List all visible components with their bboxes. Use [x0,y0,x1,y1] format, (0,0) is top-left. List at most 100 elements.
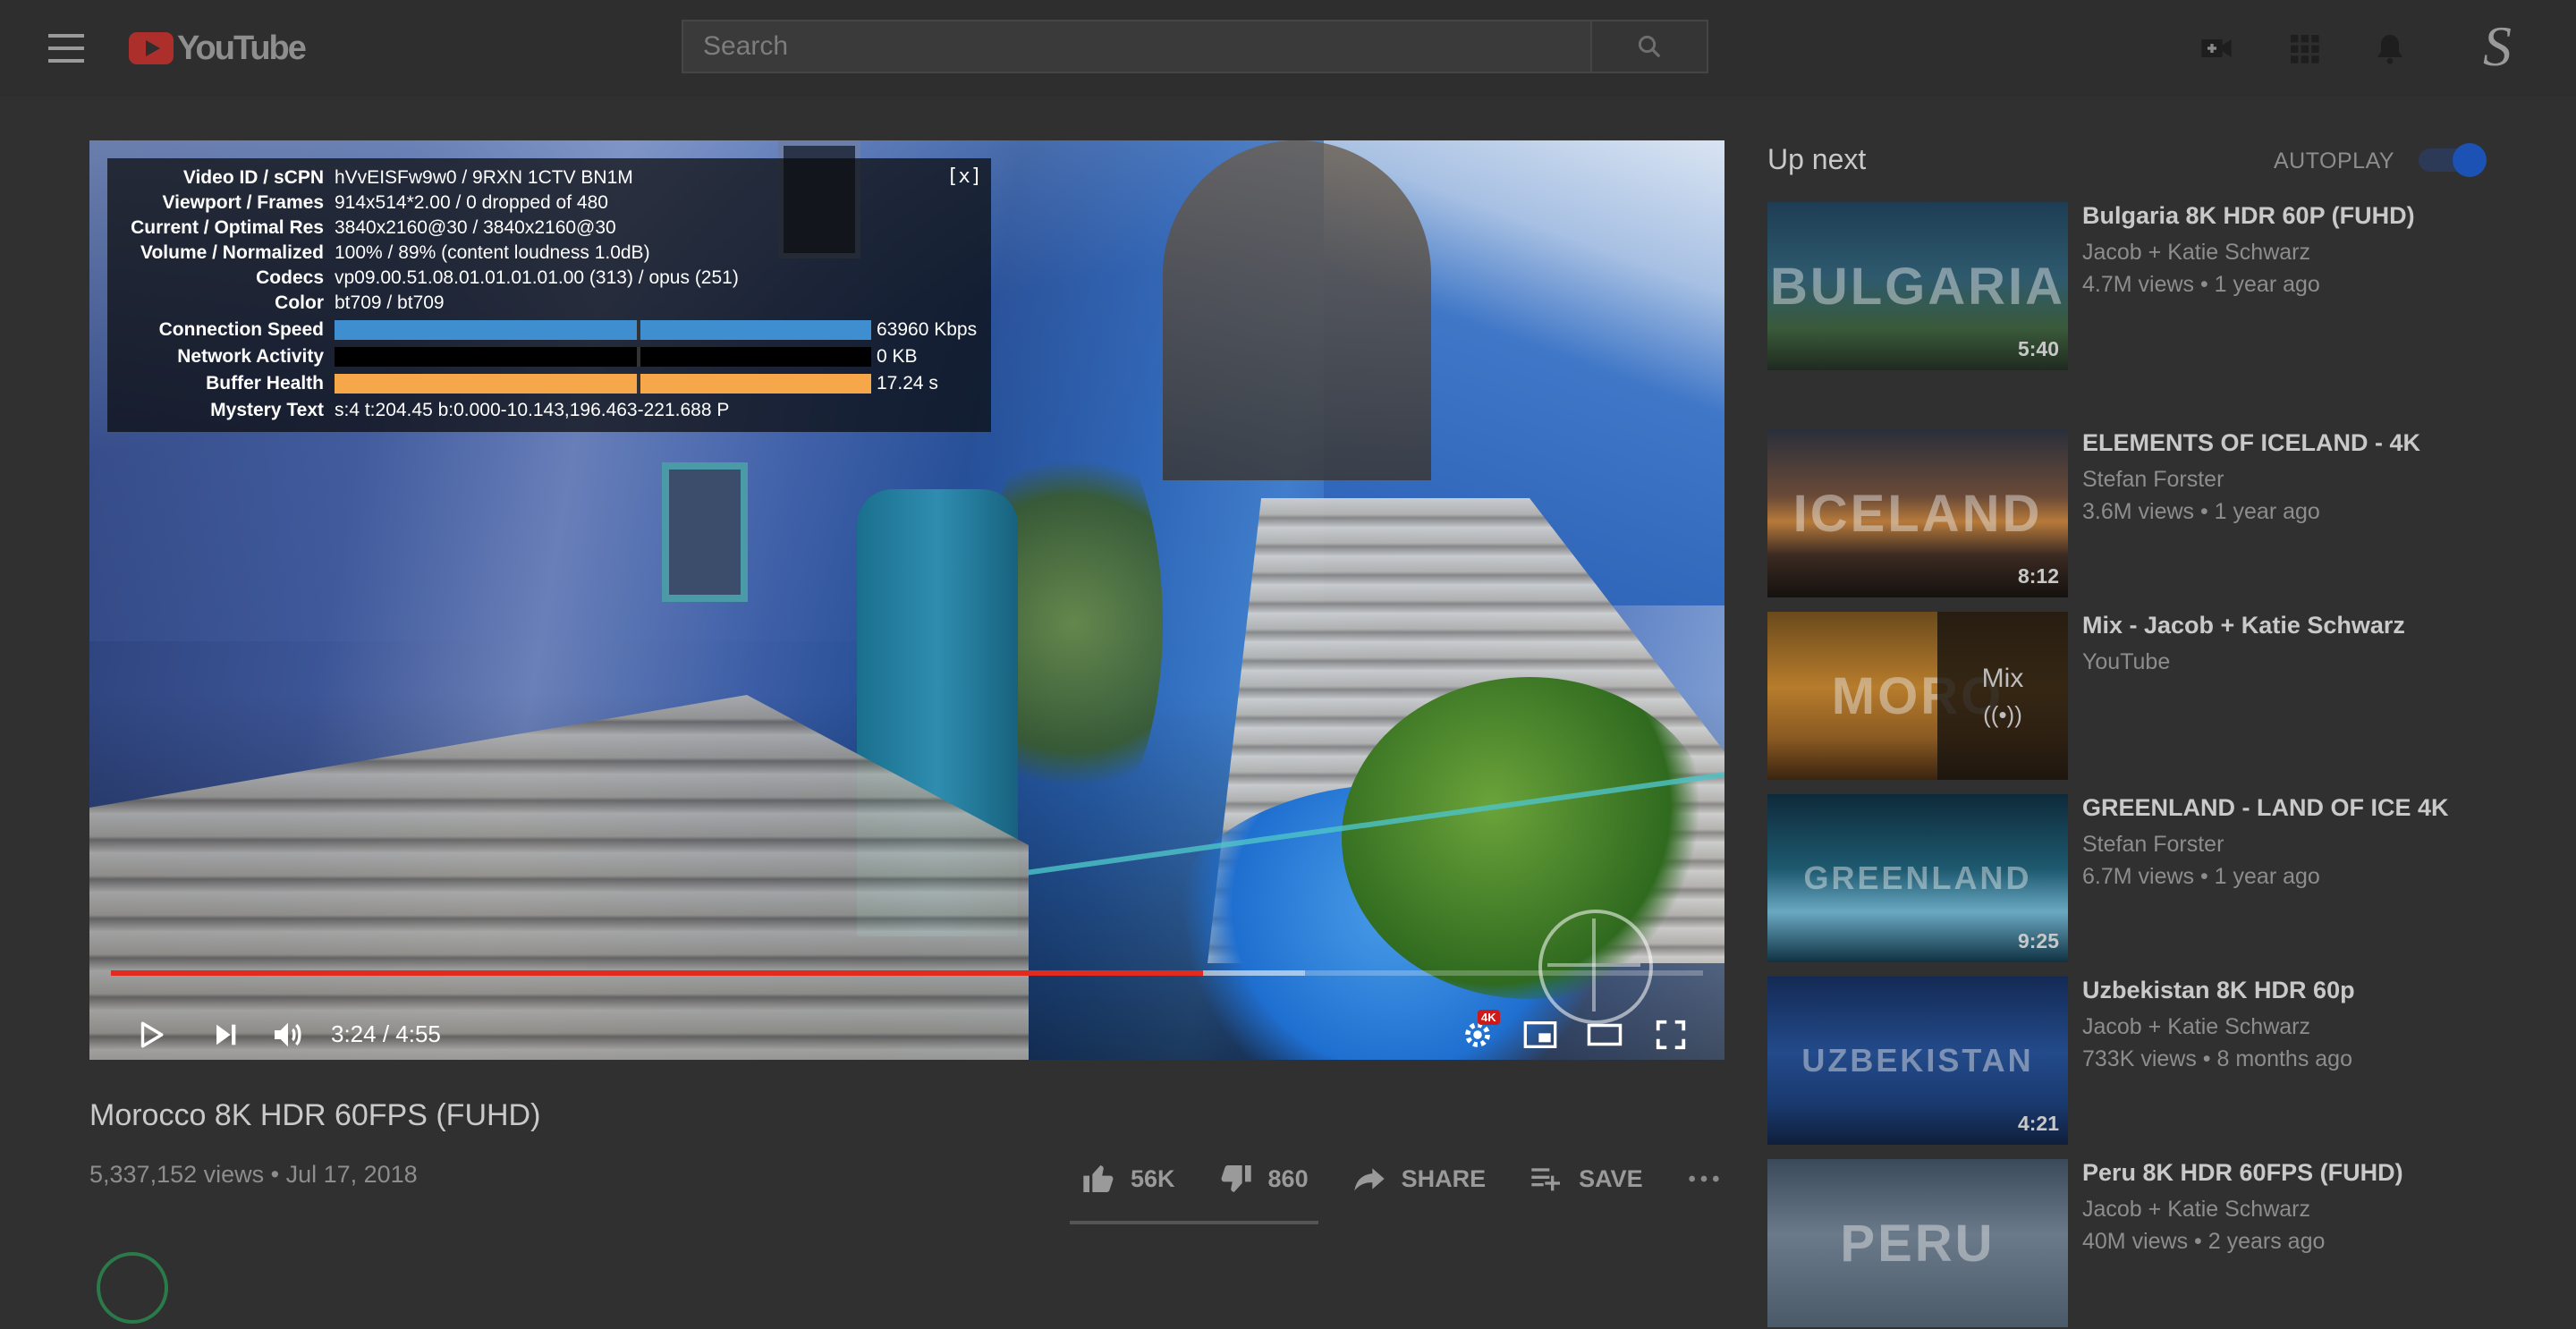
video-title: Morocco 8K HDR 60FPS (FUHD) [89,1098,541,1132]
video-duration: 8:12 [2017,564,2059,588]
volume-icon [275,1022,301,1047]
save-button[interactable]: SAVE [1529,1161,1643,1197]
progress-buffered [1203,970,1305,976]
apps-grid-icon[interactable] [2286,30,2322,66]
logo-text: YouTube [177,29,307,67]
play-button[interactable] [129,1013,172,1056]
up-next-title[interactable]: Mix - Jacob + Katie Schwarz [2082,612,2405,639]
up-next-channel: Stefan Forster [2082,832,2224,857]
like-ratio-bar [1070,1221,1318,1224]
skip-next-icon [216,1024,236,1045]
like-count: 56K [1131,1164,1175,1192]
stats-label: Mystery Text [210,400,324,420]
share-icon [1353,1168,1385,1191]
up-next-title[interactable]: Peru 8K HDR 60FPS (FUHD) [2082,1159,2403,1187]
youtube-play-icon [129,32,174,64]
autoplay-label: AUTOPLAY [2274,148,2395,174]
share-button[interactable]: SHARE [1352,1161,1487,1197]
up-next-channel: Jacob + Katie Schwarz [2082,1014,2310,1039]
up-next-channel: Jacob + Katie Schwarz [2082,240,2310,265]
stats-row: Color bt709 / bt709 [107,291,445,316]
video-thumbnail[interactable]: GREENLAND 9:25 [1767,794,2068,962]
stats-value: 3840x2160@30 / 3840x2160@30 [335,217,616,238]
stats-value: bt709 / bt709 [335,292,445,313]
up-next-item[interactable]: UZBEKISTAN 4:21 Uzbekistan 8K HDR 60p Jacob… [1767,977,2537,1147]
progress-bar[interactable] [111,970,1703,976]
video-thumbnail[interactable]: ICELAND 8:12 [1767,429,2068,597]
stats-value: 63960 Kbps [877,319,978,340]
more-horizontal-icon [1688,1175,1719,1182]
search-button[interactable] [1590,21,1707,72]
more-actions-button[interactable] [1686,1161,1736,1197]
stats-row: Codecs vp09.00.51.08.01.01.01.01.00 (313)… [107,266,739,291]
video-meta: 5,337,152 views • Jul 17, 2018 [89,1161,418,1188]
stats-close-button[interactable]: [x] [946,165,982,188]
notifications-bell-icon[interactable] [2372,30,2408,66]
stats-row: Connection Speed 63960 Kbps [107,317,977,343]
video-duration: 9:25 [2017,929,2059,952]
stats-row: Volume / Normalized 100% / 89% (content l… [107,241,650,266]
user-avatar[interactable]: S [2470,18,2524,75]
stats-label: Color [275,292,324,313]
up-next-item[interactable]: MORO Mix ((•)) Mix - Jacob + Katie Schwarz Y… [1767,612,2537,782]
up-next-item[interactable]: ICELAND 8:12 ELEMENTS OF ICELAND - 4K Stefa… [1767,429,2537,599]
scene-window [662,462,748,602]
menu-icon[interactable] [48,34,84,63]
up-next-title[interactable]: Bulgaria 8K HDR 60P (FUHD) [2082,202,2415,230]
stats-label: Current / Optimal Res [131,217,324,238]
video-duration: 5:40 [2017,337,2059,360]
next-button[interactable] [204,1013,247,1056]
channel-avatar[interactable] [97,1252,168,1324]
stats-value: 17.24 s [877,373,938,394]
playlist-add-icon [1531,1168,1561,1191]
miniplayer-button[interactable] [1519,1013,1562,1056]
up-next-heading: Up next [1767,143,1867,175]
stats-row: Viewport / Frames 914x514*2.00 / 0 droppe… [107,190,607,216]
theater-mode-button[interactable] [1583,1013,1626,1056]
up-next-channel: Stefan Forster [2082,467,2224,492]
video-thumbnail[interactable]: BULGARIA 5:40 [1767,202,2068,370]
autoplay-toggle[interactable] [2419,143,2487,177]
stats-bar [335,347,871,367]
player-controls: 3:24 / 4:55 4K [89,970,1724,1060]
stats-value: s:4 t:204.45 b:0.000-10.143,196.463-221.… [335,400,730,420]
fullscreen-button[interactable] [1649,1013,1692,1056]
up-next-item[interactable]: PERU Peru 8K HDR 60FPS (FUHD) Jacob + Kati… [1767,1159,2537,1329]
up-next-views: 3.6M views • 1 year ago [2082,499,2320,524]
up-next-item[interactable]: GREENLAND 9:25 GREENLAND - LAND OF ICE 4K S… [1767,794,2537,964]
stats-bar-fill [335,374,871,394]
play-icon [140,1021,164,1048]
video-thumbnail[interactable]: PERU [1767,1159,2068,1327]
top-bar: YouTube S [0,0,2576,97]
up-next-item[interactable]: BULGARIA 5:40 Bulgaria 8K HDR 60P (FUHD) Ja… [1767,202,2537,372]
up-next-views: 6.7M views • 1 year ago [2082,864,2320,889]
thumbs-up-icon [1083,1165,1114,1192]
stats-label: Video ID / sCPN [182,167,324,188]
like-button[interactable]: 56K [1080,1161,1175,1197]
stats-row: Buffer Health 17.24 s [107,371,938,396]
create-video-icon[interactable] [2199,30,2234,66]
up-next-views: 4.7M views • 1 year ago [2082,272,2320,297]
stats-label: Connection Speed [158,319,324,340]
video-thumbnail[interactable]: MORO Mix ((•)) [1767,612,2068,780]
mix-label: Mix [1981,663,2024,693]
video-duration: 4:21 [2017,1112,2059,1135]
up-next-views: 40M views • 2 years ago [2082,1229,2326,1254]
stats-value: 100% / 89% (content loudness 1.0dB) [335,242,650,263]
volume-button[interactable] [267,1013,309,1056]
share-label: SHARE [1401,1164,1487,1192]
toggle-knob [2453,143,2487,177]
video-player[interactable]: [x] Video ID / sCPN hVvEISFw9w0 / 9RXN 1C… [89,140,1724,1060]
progress-played [111,970,1204,976]
save-label: SAVE [1579,1164,1643,1192]
youtube-logo[interactable]: YouTube [129,29,307,68]
up-next-title[interactable]: ELEMENTS OF ICELAND - 4K [2082,429,2420,457]
thumbs-down-icon [1221,1165,1251,1192]
video-thumbnail[interactable]: UZBEKISTAN 4:21 [1767,977,2068,1145]
up-next-title[interactable]: Uzbekistan 8K HDR 60p [2082,977,2355,1004]
up-next-title[interactable]: GREENLAND - LAND OF ICE 4K [2082,794,2449,822]
fullscreen-icon [1656,1020,1686,1050]
search-input[interactable] [683,21,1590,72]
dislike-button[interactable]: 860 [1218,1161,1309,1197]
thumbnail-text: PERU [1840,1214,1996,1273]
